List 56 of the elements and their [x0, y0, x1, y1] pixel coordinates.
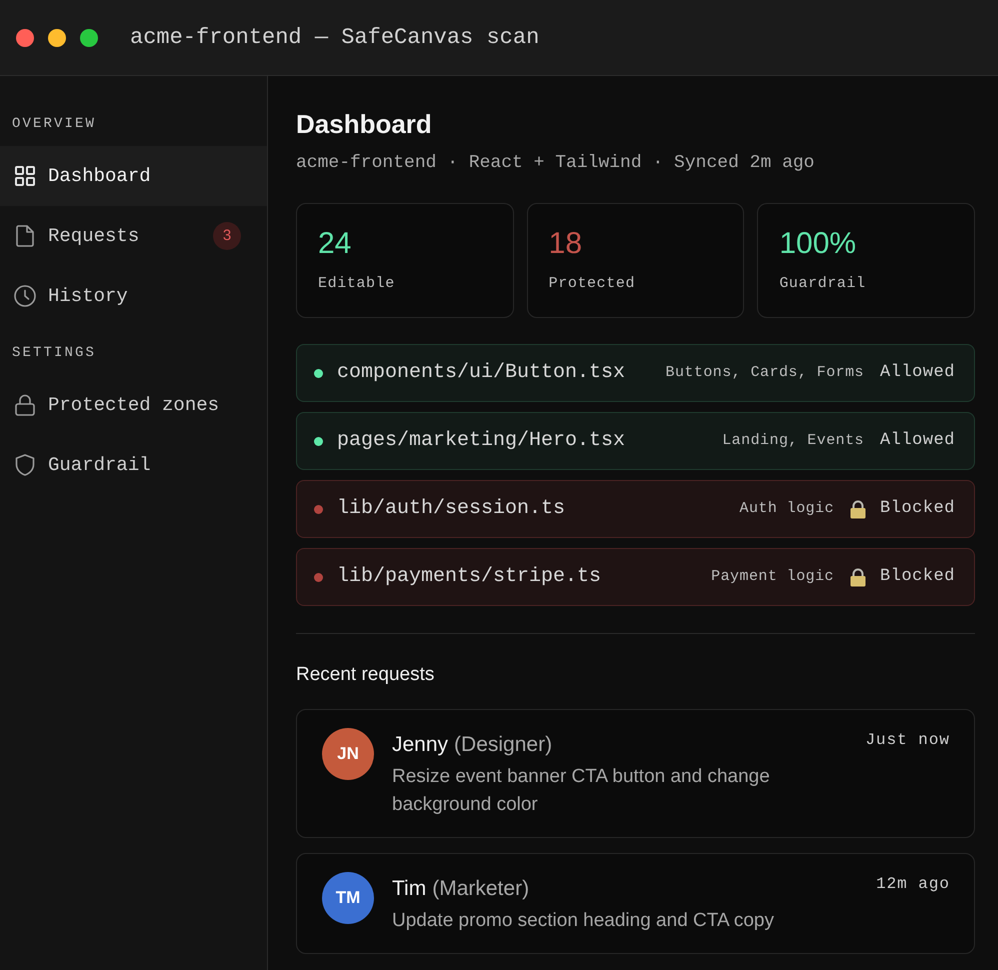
request-count-badge: 3 — [213, 222, 241, 250]
request-message: Resize event banner CTA button and change background color — [392, 765, 771, 817]
clock-icon — [14, 285, 36, 307]
stat-label: Protected — [548, 274, 636, 294]
section-heading: OVERVIEW — [11, 115, 98, 134]
grid-icon — [15, 166, 35, 186]
avatar: JN — [322, 728, 374, 780]
stat-value: 24 — [318, 226, 352, 262]
sidebar-item[interactable]: Dashboard — [0, 146, 267, 206]
request-time: Just now — [866, 730, 950, 751]
sidebar-item[interactable]: Protected zones — [0, 375, 267, 435]
status-label: Blocked — [880, 566, 955, 588]
maximize-icon[interactable] — [80, 28, 98, 46]
file-tags: Buttons, Cards, Forms — [666, 362, 864, 384]
request-message: Update promo section heading and CTA copy — [392, 909, 775, 933]
stat-value: 18 — [548, 226, 584, 262]
requester-name: Jenny — [392, 732, 448, 758]
file-row[interactable]: components/ui/Button.tsx Buttons, Cards, Forms Allowed — [296, 344, 975, 402]
file-row[interactable]: lib/auth/session.ts Auth logic Blocked — [296, 480, 975, 538]
lock-icon — [850, 568, 866, 586]
file-icon — [16, 225, 34, 247]
page-subtitle: acme-frontend · React + Tailwind · Synced 2m ago — [296, 152, 816, 175]
file-tags: Payment logic — [711, 566, 834, 588]
sidebar-item[interactable]: Guardrail — [0, 435, 267, 495]
minimize-icon[interactable] — [48, 28, 66, 46]
requester-role: (Designer) — [454, 732, 552, 758]
shield-icon — [15, 454, 35, 476]
section-heading: Recent requests — [296, 663, 436, 687]
stat-label: Editable — [318, 274, 396, 294]
status-label: Allowed — [880, 430, 955, 452]
requester-role: (Marketer) — [432, 876, 530, 902]
file-path: lib/auth/session.ts — [337, 496, 566, 522]
request-card[interactable]: TM Tim (Marketer) 12m ago Update promo section heading and CTA copy — [296, 853, 975, 954]
close-icon[interactable] — [16, 28, 34, 46]
lock-icon — [850, 500, 866, 518]
file-tags: Landing, Events — [722, 430, 864, 452]
status-label: Allowed — [880, 362, 955, 384]
file-row[interactable]: pages/marketing/Hero.tsx Landing, Events Allowed — [296, 412, 975, 470]
window-title: acme-frontend — SafeCanvas scan — [130, 24, 540, 52]
file-row[interactable]: lib/payments/stripe.ts Payment logic Blocked — [296, 548, 975, 606]
requester-name: Tim — [392, 876, 426, 902]
section-heading: SETTINGS — [11, 344, 98, 363]
sidebar-item[interactable]: Requests 3 — [0, 206, 267, 266]
file-path: pages/marketing/Hero.tsx — [337, 428, 626, 454]
avatar: TM — [322, 872, 374, 924]
stat-label: Guardrail — [779, 274, 867, 294]
file-path: components/ui/Button.tsx — [337, 360, 626, 386]
stat-value: 100% — [779, 226, 858, 262]
file-tags: Auth logic — [740, 498, 834, 520]
page-title: Dashboard — [296, 108, 433, 140]
request-time: 12m ago — [876, 874, 950, 895]
file-path: lib/payments/stripe.ts — [337, 564, 602, 590]
request-card[interactable]: JN Jenny (Designer) Just now Resize event banner CTA button and change background color — [296, 709, 975, 838]
sidebar-item[interactable]: History — [0, 266, 267, 326]
status-label: Blocked — [880, 498, 955, 520]
padlock-icon — [15, 394, 35, 416]
